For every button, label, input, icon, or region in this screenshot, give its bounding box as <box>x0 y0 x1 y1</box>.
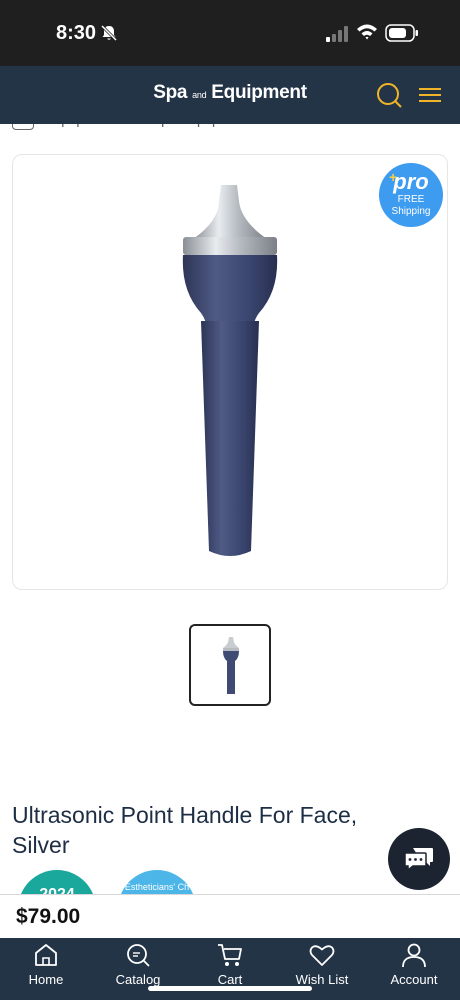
wifi-icon <box>357 24 377 40</box>
status-bar: 8:30 <box>0 0 460 66</box>
pro-badge-line1: FREE <box>397 194 425 205</box>
product-thumbnail[interactable] <box>189 624 271 706</box>
heart-icon <box>309 945 335 966</box>
cart-icon <box>218 944 242 966</box>
catalog-icon <box>127 944 150 967</box>
bell-off-icon <box>100 24 118 42</box>
battery-icon <box>385 24 418 42</box>
pro-badge-line2: Shipping <box>391 206 431 217</box>
brand-and: and <box>192 90 207 100</box>
nav-label: Catalog <box>115 972 161 987</box>
nav-label: Home <box>28 972 64 987</box>
site-header: Spa and Equipment <box>0 66 460 124</box>
brand-word: Equipment <box>211 82 307 103</box>
search-icon[interactable] <box>376 82 402 108</box>
nav-label: Account <box>390 972 438 987</box>
home-indicator <box>148 986 312 991</box>
nav-home[interactable]: Home <box>0 938 92 1000</box>
nav-account[interactable]: Account <box>368 938 460 1000</box>
product-title: Ultrasonic Point Handle For Face, Silver <box>12 802 358 858</box>
home-icon <box>35 944 57 966</box>
pro-free-shipping-badge: + pro FREE Shipping <box>379 163 443 227</box>
brand-word: Spa <box>153 82 188 103</box>
nav-label: Wish List <box>295 972 349 987</box>
status-time: 8:30 <box>56 22 97 44</box>
product-price: $79.00 <box>16 905 81 928</box>
menu-icon[interactable] <box>418 86 442 104</box>
chat-button[interactable] <box>388 828 450 890</box>
user-icon <box>402 943 426 968</box>
nav-label: Cart <box>217 972 243 987</box>
cert-text: Estheticians' Ch <box>124 882 190 892</box>
product-image <box>182 185 278 556</box>
thumbnail-image <box>223 637 239 694</box>
product-image-card[interactable]: + pro FREE Shipping <box>12 154 448 590</box>
price-bar: $79.00 <box>0 894 460 938</box>
signal-icon <box>326 26 348 42</box>
plus-icon: + <box>389 169 398 185</box>
product-page: 8:30 Equipment > Spa Equipment <box>0 0 460 1000</box>
chat-icon <box>404 848 433 872</box>
